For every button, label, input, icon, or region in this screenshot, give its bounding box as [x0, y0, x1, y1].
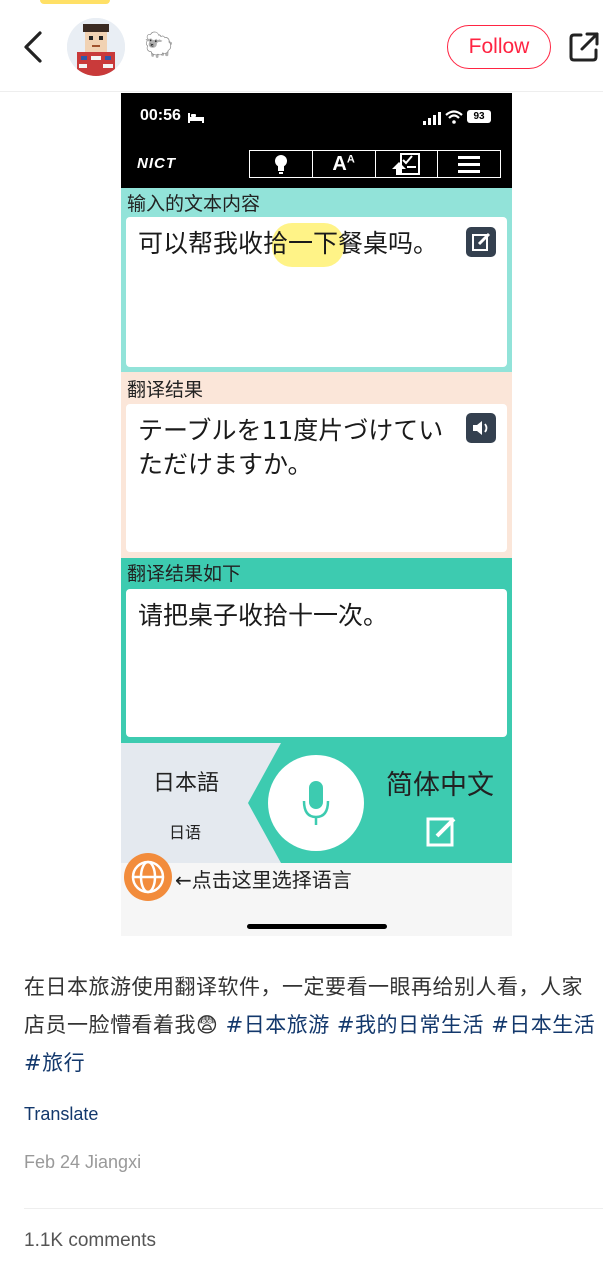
- app-toolbar: AA: [249, 150, 501, 178]
- bed-icon: [187, 109, 205, 128]
- divider: [24, 1208, 603, 1209]
- back-translation-section: 翻译结果如下 请把桌子收拾十一次。: [121, 558, 512, 743]
- input-text-box[interactable]: 可以帮我收拾一下餐桌吗。: [126, 217, 507, 367]
- input-label: 输入的文本内容: [127, 193, 261, 215]
- globe-icon[interactable]: [124, 853, 172, 901]
- user-badge-emoji: 🐑: [144, 31, 174, 59]
- hashtag-link[interactable]: #日本生活: [491, 1013, 595, 1037]
- signal-icon: [423, 110, 441, 129]
- result-text: テーブルを11度片づけていただけますか。: [138, 416, 444, 479]
- translate-link[interactable]: Translate: [24, 1104, 98, 1125]
- compose-icon[interactable]: [426, 815, 458, 851]
- history-icon[interactable]: [376, 151, 439, 177]
- share-icon[interactable]: [567, 30, 601, 64]
- top-bar: 🐑 Follow: [0, 0, 603, 92]
- menu-icon[interactable]: [438, 151, 500, 177]
- back-translation-text: 请把桌子收拾十一次。: [138, 601, 389, 630]
- app-logo: NICT: [137, 155, 176, 172]
- hashtag-link[interactable]: #旅行: [24, 1051, 85, 1075]
- battery-indicator: 93: [467, 110, 491, 123]
- lightbulb-icon[interactable]: [250, 151, 313, 177]
- comments-count: 1.1K comments: [24, 1230, 156, 1251]
- language-hint: ←点击这里选择语言: [175, 868, 352, 892]
- source-language-sub: 日语: [169, 823, 202, 842]
- post-detail-page: 🐑 Follow 00:56 93 NICT AA 输入的文本内容 可以帮我收拾…: [0, 0, 603, 1280]
- post-meta: Feb 24 Jiangxi: [24, 1152, 142, 1172]
- result-label: 翻译结果: [127, 379, 204, 401]
- hashtag-link[interactable]: #日本旅游: [226, 1013, 330, 1037]
- edit-icon[interactable]: [466, 227, 496, 257]
- author-avatar[interactable]: [67, 18, 125, 76]
- app-header: NICT AA: [121, 141, 512, 188]
- hashtag-link[interactable]: #我的日常生活: [337, 1013, 484, 1037]
- status-time: 00:56: [140, 107, 181, 124]
- input-text: 可以帮我收拾一下餐桌吗。: [138, 229, 439, 258]
- input-section: 输入的文本内容 可以帮我收拾一下餐桌吗。: [121, 188, 512, 372]
- source-language: 日本語: [153, 771, 220, 796]
- back-translation-label: 翻译结果如下: [127, 563, 242, 585]
- back-translation-box: 请把桌子收拾十一次。: [126, 589, 507, 737]
- top-indicator: [40, 0, 110, 4]
- post-image[interactable]: 00:56 93 NICT AA 输入的文本内容 可以帮我收拾一下餐桌吗。 翻译…: [121, 93, 512, 936]
- back-icon[interactable]: [16, 28, 52, 66]
- speaker-icon[interactable]: [466, 413, 496, 443]
- phone-status-bar: 00:56 93: [121, 93, 512, 141]
- caption-emoji: 😨: [196, 1013, 219, 1037]
- post-caption: 在日本旅游使用翻译软件，一定要看一眼再给别人看，人家店员一脸懵看着我😨 #日本旅…: [24, 968, 596, 1082]
- microphone-icon: [302, 781, 330, 825]
- follow-button[interactable]: Follow: [447, 25, 551, 69]
- result-section: 翻译结果 テーブルを11度片づけていただけますか。: [121, 372, 512, 558]
- font-size-icon[interactable]: AA: [313, 151, 376, 177]
- home-indicator: [247, 924, 387, 929]
- wifi-icon: [445, 109, 463, 128]
- target-language: 简体中文: [386, 770, 494, 801]
- microphone-button[interactable]: [268, 755, 364, 851]
- result-text-box: テーブルを11度片づけていただけますか。: [126, 404, 507, 552]
